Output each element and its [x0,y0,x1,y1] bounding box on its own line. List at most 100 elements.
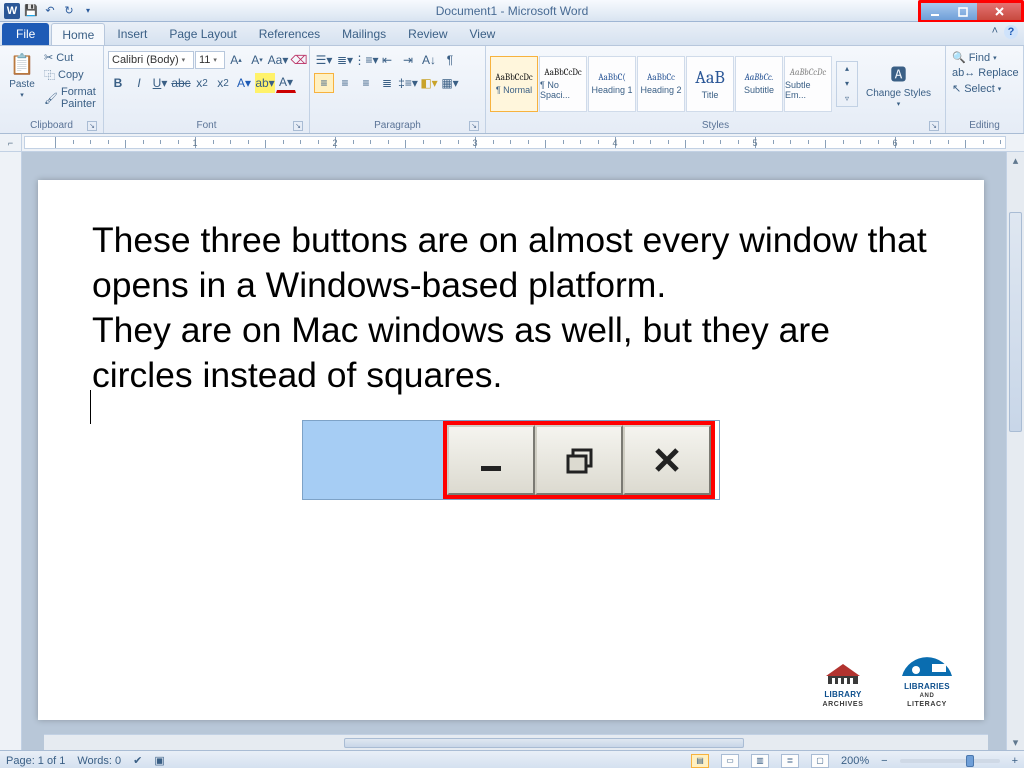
justify-icon[interactable]: ≣ [377,73,397,93]
format-painter-button[interactable]: 🖌Format Painter [42,85,99,111]
vertical-ruler[interactable] [0,152,22,750]
bullets-icon[interactable]: ☰▾ [314,50,334,70]
bold-icon[interactable]: B [108,73,128,93]
dialog-launcher-icon[interactable]: ↘ [293,121,303,131]
tab-page-layout[interactable]: Page Layout [159,23,246,45]
find-button[interactable]: 🔍Find ▾ [950,50,999,65]
outline-view-icon[interactable]: ≣ [781,754,799,768]
status-page[interactable]: Page: 1 of 1 [6,755,65,767]
shrink-font-icon[interactable]: A▾ [247,50,267,70]
ribbon: 📋 Paste ▾ ✂Cut ⿻Copy 🖌Format Painter Cli… [0,46,1024,134]
fullscreen-reading-view-icon[interactable]: ▭ [721,754,739,768]
save-icon[interactable]: 💾 [23,3,39,19]
style-item[interactable]: AaBbCc.Subtitle [735,56,783,112]
zoom-level[interactable]: 200% [841,755,869,767]
qat-dropdown-icon[interactable]: ▾ [80,3,96,19]
align-right-icon[interactable]: ≡ [356,73,376,93]
superscript-icon[interactable]: x2 [213,73,233,93]
draft-view-icon[interactable]: ▢ [811,754,829,768]
tab-selector-icon[interactable]: ⌐ [0,134,22,151]
ruler-row: ⌐ 1234567 [0,134,1024,152]
cut-button[interactable]: ✂Cut [42,50,99,65]
file-tab[interactable]: File [2,23,49,45]
sort-icon[interactable]: A↓ [419,50,439,70]
page[interactable]: These three buttons are on almost every … [38,180,984,720]
group-label-paragraph: Paragraph [374,120,421,131]
style-item[interactable]: AaBbCcDc¶ Normal [490,56,538,112]
font-color-icon[interactable]: A▾ [276,73,296,93]
horizontal-scrollbar[interactable] [44,734,988,750]
font-size-combo[interactable]: 11▾ [195,51,225,69]
copy-button[interactable]: ⿻Copy [42,66,99,84]
style-item[interactable]: AaBbC(Heading 1 [588,56,636,112]
scroll-down-icon[interactable]: ▾ [1007,734,1024,750]
macro-icon[interactable]: ▣ [154,754,164,767]
align-center-icon[interactable]: ≡ [335,73,355,93]
grow-font-icon[interactable]: A▴ [226,50,246,70]
ribbon-minimize-icon[interactable]: ˄ [992,25,998,39]
clear-formatting-icon[interactable]: ⌫ [289,50,309,70]
minimize-button[interactable] [921,3,949,20]
line-spacing-icon[interactable]: ‡≡▾ [398,73,418,93]
dialog-launcher-icon[interactable]: ↘ [469,121,479,131]
scroll-up-icon[interactable]: ▴ [1007,152,1024,168]
borders-icon[interactable]: ▦▾ [440,73,460,93]
increase-indent-icon[interactable]: ⇥ [398,50,418,70]
building-icon [822,660,864,688]
shading-icon[interactable]: ◧▾ [419,73,439,93]
dialog-launcher-icon[interactable]: ↘ [87,121,97,131]
tab-mailings[interactable]: Mailings [332,23,396,45]
multilevel-list-icon[interactable]: ⋮≡▾ [356,50,376,70]
status-words[interactable]: Words: 0 [77,755,121,767]
print-layout-view-icon[interactable]: ▤ [691,754,709,768]
horizontal-ruler[interactable]: 1234567 [24,136,1006,149]
tab-insert[interactable]: Insert [107,23,157,45]
underline-icon[interactable]: U▾ [150,73,170,93]
tab-home[interactable]: Home [51,23,105,45]
scrollbar-thumb[interactable] [1009,212,1022,432]
tab-review[interactable]: Review [398,23,457,45]
close-button[interactable] [977,3,1021,20]
select-button[interactable]: ↖Select ▾ [950,81,1003,96]
undo-icon[interactable]: ↶ [42,3,58,19]
text-effects-icon[interactable]: A▾ [234,73,254,93]
zoom-in-icon[interactable]: + [1012,755,1018,767]
styles-gallery[interactable]: AaBbCcDc¶ NormalAaBbCcDc¶ No Spaci...AaB… [490,56,832,112]
paste-button[interactable]: 📋 Paste ▾ [4,48,40,101]
help-icon[interactable]: ? [1004,25,1018,39]
dialog-launcher-icon[interactable]: ↘ [929,121,939,131]
tab-references[interactable]: References [249,23,330,45]
strikethrough-icon[interactable]: abc [171,73,191,93]
gallery-more-icon[interactable]: ▿ [837,92,857,106]
inserted-figure[interactable] [302,420,720,500]
style-item[interactable]: AaBTitle [686,56,734,112]
italic-icon[interactable]: I [129,73,149,93]
subscript-icon[interactable]: x2 [192,73,212,93]
style-item[interactable]: AaBbCcDc¶ No Spaci... [539,56,587,112]
decrease-indent-icon[interactable]: ⇤ [377,50,397,70]
style-item[interactable]: AaBbCcDcSubtle Em... [784,56,832,112]
change-case-icon[interactable]: Aa▾ [268,50,288,70]
zoom-knob[interactable] [966,755,974,767]
web-layout-view-icon[interactable]: ▥ [751,754,769,768]
proofing-icon[interactable]: ✔ [133,754,142,767]
font-family-combo[interactable]: Calibri (Body)▾ [108,51,194,69]
gallery-up-icon[interactable]: ▴ [837,62,857,76]
highlight-icon[interactable]: ab▾ [255,73,275,93]
vertical-scrollbar[interactable]: ▴ ▾ [1006,152,1024,750]
tab-view[interactable]: View [460,23,506,45]
maximize-button[interactable] [949,3,977,20]
change-styles-button[interactable]: 🅰︎ Change Styles ▾ [862,57,935,110]
redo-icon[interactable]: ↻ [61,3,77,19]
show-marks-icon[interactable]: ¶ [440,50,460,70]
style-item[interactable]: AaBbCcHeading 2 [637,56,685,112]
zoom-slider[interactable] [900,759,1000,763]
scrollbar-thumb[interactable] [344,738,744,748]
align-left-icon[interactable]: ≡ [314,73,334,93]
numbering-icon[interactable]: ≣▾ [335,50,355,70]
replace-button[interactable]: ab↔Replace [950,66,1021,80]
zoom-out-icon[interactable]: − [881,755,887,767]
ribbon-tabs: File Home Insert Page Layout References … [0,22,1024,46]
word-app-icon[interactable]: W [4,3,20,19]
gallery-down-icon[interactable]: ▾ [837,77,857,91]
